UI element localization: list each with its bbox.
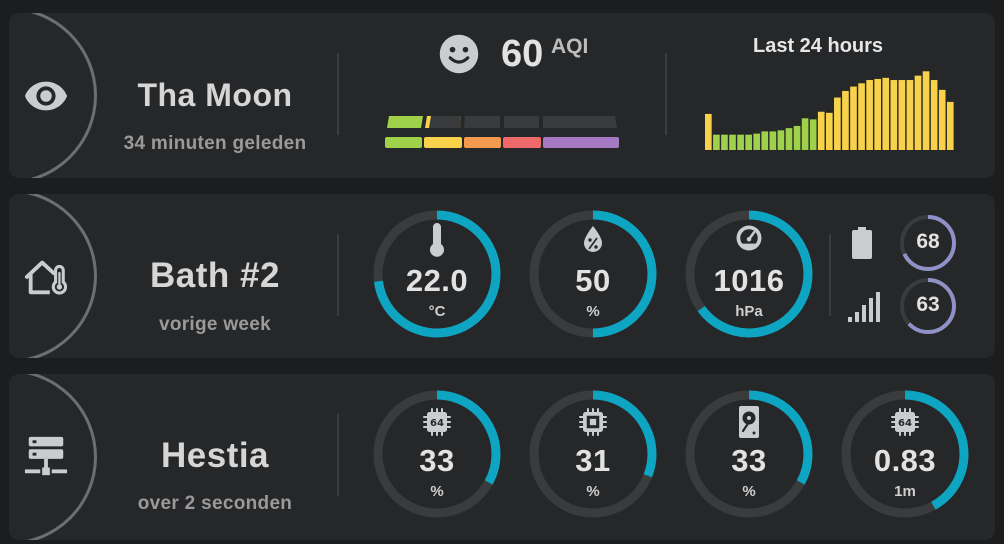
history-bar [777,130,785,150]
history-bar [890,80,898,150]
home-thermometer-icon[interactable] [23,253,69,299]
history-bar [938,89,946,150]
water-percent-icon [584,226,602,252]
history-bar [825,112,833,150]
battery-icon[interactable] [850,226,874,260]
gauge-icon [736,225,762,251]
aqi-history-chart[interactable] [705,68,955,150]
cpu-usage-gauge[interactable]: 64 33 % [370,387,504,521]
aqi-unit: AQI [551,35,589,58]
history-bar [745,134,752,150]
history-bar [874,78,882,150]
device-name[interactable]: Tha Moon [99,77,331,114]
temperature-value: 22.0 [405,263,469,298]
disk-usage-value: 33 [731,443,767,478]
temperature-gauge[interactable]: 22.0 °C [370,207,504,341]
humidity-value: 50 [575,263,611,298]
cpu-usage-value: 33 [419,443,455,478]
last-updated: vorige week [158,314,272,335]
cpu-usage-unit: % [430,483,444,500]
pressure-gauge[interactable]: 1016 hPa [682,207,816,341]
humidity-gauge[interactable]: 50 % [526,207,660,341]
cpu-64-bit-icon: 64 [891,408,919,436]
divider [337,234,339,316]
history-bar [882,77,890,150]
history-bar [721,134,728,150]
load-average-value: 0.83 [873,443,937,478]
divider [829,234,831,316]
history-bar [737,134,744,150]
battery-gauge[interactable]: 68 [898,213,958,273]
history-bar [930,80,938,150]
history-bar [850,86,857,150]
signal-icon[interactable] [846,290,880,324]
server-network-icon[interactable] [23,433,69,479]
history-bar [713,134,720,150]
divider [337,53,339,135]
humidity-unit: % [586,303,600,320]
history-bar [753,133,761,150]
aqi-value: 60 [501,33,544,75]
svg-text:64: 64 [430,418,444,429]
divider [337,414,339,496]
history-bar [769,131,777,150]
air-quality-card[interactable]: Tha Moon 34 minuten geleden 60 AQI Last … [9,13,995,178]
history-bar [858,83,865,150]
device-name[interactable]: Hestia [99,436,331,476]
aqi-scale-bar [385,116,619,148]
history-bar [785,128,793,150]
server-card[interactable]: Hestia over 2 seconden 64 33 % 31 % 33 %… [9,374,995,540]
divider [665,53,667,135]
history-bar [793,125,801,150]
svg-text:64: 64 [898,418,912,429]
last-updated: 34 minuten geleden [123,133,307,154]
history-bar [914,75,922,150]
history-bar [817,111,825,150]
history-bar [906,80,914,150]
history-bar [809,119,817,150]
temperature-unit: °C [428,303,446,320]
last-updated: over 2 seconden [137,493,293,514]
smiley-face-icon [439,34,479,74]
history-bar [801,118,809,150]
load-average-unit: 1m [894,483,916,500]
pressure-value: 1016 [713,263,785,298]
cpu-64-bit-icon: 64 [423,408,451,436]
harddisk-icon [739,406,759,438]
battery-value: 68 [916,230,940,253]
device-name[interactable]: Bath #2 [99,256,331,296]
history-bar [898,80,906,150]
signal-value: 63 [916,293,940,316]
history-bar [761,131,769,150]
history-title: Last 24 hours [753,35,884,57]
history-bar [834,97,841,150]
disk-usage-unit: % [742,483,756,500]
history-bar [729,134,736,150]
memory-usage-unit: % [586,483,600,500]
history-bar [922,71,930,150]
history-bar [705,113,712,150]
bath-sensor-card[interactable]: Bath #2 vorige week 22.0 °C 50 % 1016 hP… [9,194,995,358]
pressure-unit: hPa [735,303,763,320]
memory-usage-gauge[interactable]: 31 % [526,387,660,521]
history-bar [842,90,849,150]
eye-icon[interactable] [23,73,69,119]
history-bar [946,101,954,150]
signal-gauge[interactable]: 63 [898,276,958,336]
load-average-gauge[interactable]: 64 0.83 1m [838,387,972,521]
thermometer-icon [430,223,444,257]
disk-usage-gauge[interactable]: 33 % [682,387,816,521]
history-bar [866,80,873,150]
memory-usage-value: 31 [575,443,611,478]
memory-chip-icon [579,408,607,436]
